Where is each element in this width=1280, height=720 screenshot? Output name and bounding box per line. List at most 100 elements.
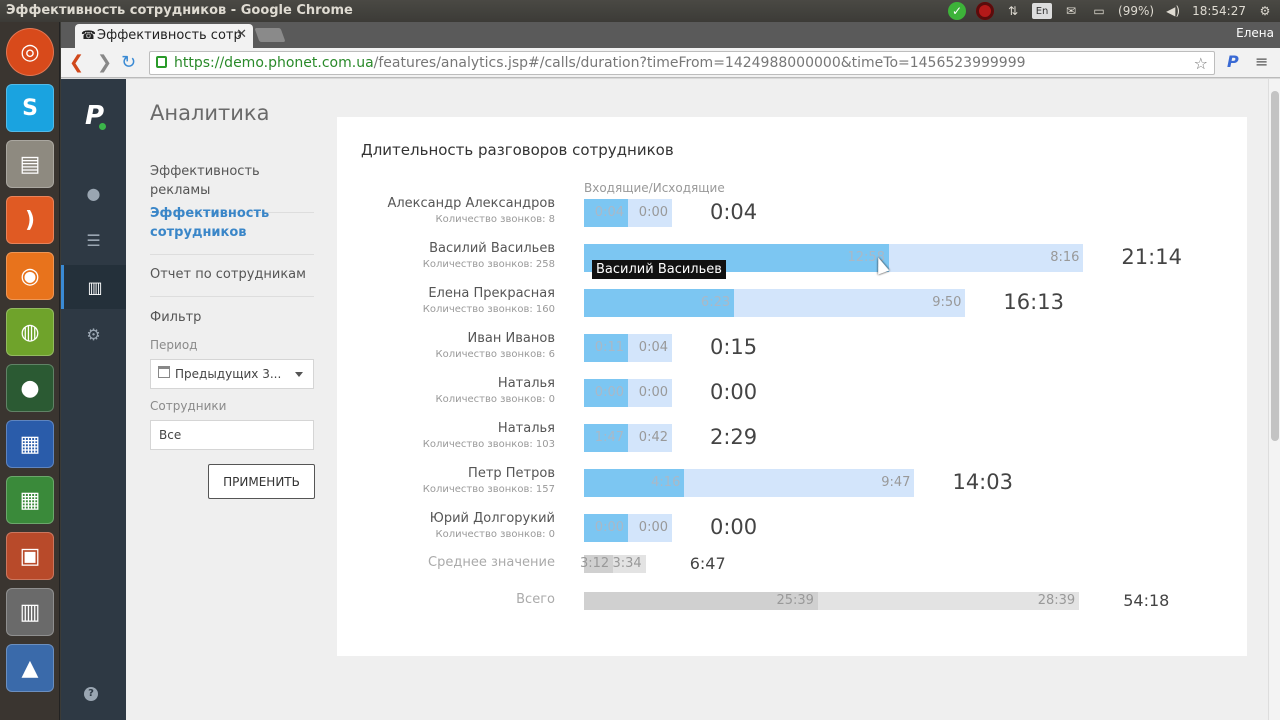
analytics-icon[interactable]: ▥ xyxy=(61,265,126,309)
employee-name: Юрий Долгорукий xyxy=(429,511,555,526)
summary-total: 54:18 xyxy=(1123,591,1170,610)
clock[interactable]: 18:54:27 xyxy=(1192,4,1246,18)
incoming-bar[interactable]: 4:16 xyxy=(584,469,685,497)
back-icon[interactable]: ❮ xyxy=(69,52,84,73)
browser-tab[interactable]: ☎ Эффективность сотр ✕ xyxy=(75,24,253,48)
outgoing-bar[interactable]: 0:00 xyxy=(628,514,672,542)
outgoing-bar[interactable]: 0:00 xyxy=(628,199,672,227)
period-select[interactable]: Предыдущих 3... xyxy=(150,359,314,389)
summary-label: Среднее значение xyxy=(428,555,555,570)
mail-icon[interactable]: ✉ xyxy=(1062,2,1080,20)
employee-name: Петр Петров xyxy=(468,466,555,481)
nav-employee-report[interactable]: Отчет по сотрудникам xyxy=(150,265,314,297)
system-tray: ✓ ⇅ En ✉ ▭ (99%) ◀) 18:54:27 ⚙ xyxy=(948,2,1274,20)
summary-total: 6:47 xyxy=(689,554,726,573)
battery-icon[interactable]: ▭ xyxy=(1090,2,1108,20)
outgoing-bar[interactable]: 0:00 xyxy=(628,379,672,407)
skype-icon[interactable]: S xyxy=(6,84,54,132)
earth-icon[interactable]: ● xyxy=(6,364,54,412)
apply-button[interactable]: ПРИМЕНИТЬ xyxy=(208,464,315,499)
browser-window: ☎ Эффективность сотр ✕ Елена ❮ ❯ ↻ https… xyxy=(61,22,1280,720)
call-count: Количество звонков: 160 xyxy=(422,304,555,315)
network-icon[interactable]: ⇅ xyxy=(1004,2,1022,20)
ubuntu-dash-icon[interactable]: ◎ xyxy=(6,28,54,76)
summary-incoming-bar: 3:12 xyxy=(580,555,614,573)
incoming-bar[interactable]: 6:23 xyxy=(584,289,735,317)
chrome-icon[interactable]: ◍ xyxy=(6,308,54,356)
outgoing-label: 9:50 xyxy=(932,295,962,310)
battery-level: (99%) xyxy=(1118,4,1155,18)
app-launcher: ◎ S ▤ ) ◉ ◍ ● ▦ ▦ ▣ ▥ ▲ xyxy=(0,22,60,720)
user-icon[interactable]: ● xyxy=(61,171,126,215)
call-count: Количество звонков: 6 xyxy=(435,349,555,360)
phone-icon: ☎ xyxy=(81,28,96,42)
outgoing-bar[interactable]: 0:04 xyxy=(628,334,672,362)
list-icon[interactable]: ☰ xyxy=(61,218,126,262)
employees-field[interactable]: Все xyxy=(150,420,314,450)
incoming-bar[interactable]: 0:11 xyxy=(584,334,628,362)
employee-name: Иван Иванов xyxy=(467,331,555,346)
outgoing-label: 0:04 xyxy=(638,340,668,355)
url-path: /features/analytics.jsp#/calls/duration?… xyxy=(373,55,1026,71)
calculator-icon[interactable]: ▥ xyxy=(6,588,54,636)
address-bar[interactable]: https://demo.phonet.com.ua/features/anal… xyxy=(149,51,1215,75)
sync-ok-icon[interactable]: ✓ xyxy=(948,2,967,20)
total-duration: 16:13 xyxy=(1003,290,1064,314)
menu-icon[interactable]: ≡ xyxy=(1255,52,1268,71)
new-tab-button[interactable] xyxy=(254,28,286,42)
volume-icon[interactable]: ◀) xyxy=(1164,2,1182,20)
employee-name: Александр Александров xyxy=(387,196,555,211)
incoming-bar[interactable]: 0:00 xyxy=(584,379,628,407)
settings-icon[interactable]: ⚙ xyxy=(61,312,126,356)
app-logo[interactable]: P xyxy=(85,101,106,131)
total-duration: 2:29 xyxy=(710,425,758,449)
keyboard-layout[interactable]: En xyxy=(1032,3,1053,19)
call-count: Количество звонков: 103 xyxy=(422,439,555,450)
extension-icon[interactable]: P xyxy=(1227,52,1239,71)
firefox-icon[interactable]: ◉ xyxy=(6,252,54,300)
scrollbar[interactable] xyxy=(1268,79,1280,720)
files-icon[interactable]: ▤ xyxy=(6,140,54,188)
gear-icon[interactable]: ⚙ xyxy=(1256,2,1274,20)
writer-icon[interactable]: ▦ xyxy=(6,420,54,468)
forward-icon[interactable]: ❯ xyxy=(97,52,112,73)
filter-title: Фильтр xyxy=(150,310,202,325)
outgoing-bar[interactable]: 9:47 xyxy=(684,469,915,497)
total-duration: 0:00 xyxy=(710,515,758,539)
incoming-bar[interactable]: 1:47 xyxy=(584,424,628,452)
record-icon[interactable] xyxy=(976,2,995,20)
updates-icon[interactable]: ▲ xyxy=(6,644,54,692)
profile-name[interactable]: Елена xyxy=(1236,26,1274,40)
incoming-label: 1:47 xyxy=(594,430,624,445)
outgoing-bar[interactable]: 0:42 xyxy=(628,424,672,452)
close-tab-icon[interactable]: ✕ xyxy=(236,27,247,42)
chevron-down-icon xyxy=(295,372,303,377)
summary-incoming-label: 3:12 xyxy=(579,556,610,571)
outgoing-bar[interactable]: 8:16 xyxy=(888,244,1084,272)
outgoing-label: 0:00 xyxy=(638,520,668,535)
total-duration: 0:15 xyxy=(710,335,758,359)
lock-icon xyxy=(156,56,167,68)
total-duration: 0:04 xyxy=(710,200,758,224)
summary-outgoing-label: 28:39 xyxy=(1037,593,1076,608)
call-count: Количество звонков: 258 xyxy=(422,259,555,270)
bookmark-star-icon[interactable]: ☆ xyxy=(1194,54,1208,73)
help-icon[interactable]: ? xyxy=(84,687,98,701)
incoming-bar[interactable]: 0:00 xyxy=(584,514,628,542)
total-duration: 0:00 xyxy=(710,380,758,404)
outgoing-label: 9:47 xyxy=(881,475,911,490)
incoming-bar[interactable]: 0:04 xyxy=(584,199,628,227)
analytics-menu: Аналитика Эффективность рекламы Эффектив… xyxy=(150,79,315,720)
app-sidebar: P ● ☰ ▥ ⚙ ? xyxy=(61,79,126,720)
nav-employee-efficiency[interactable]: Эффективность сотрудников xyxy=(150,204,314,255)
outgoing-bar[interactable]: 9:50 xyxy=(734,289,966,317)
summary-outgoing-bar: 28:39 xyxy=(817,592,1080,610)
browser-toolbar: ❮ ❯ ↻ https://demo.phonet.com.ua/feature… xyxy=(61,48,1280,78)
scrollbar-thumb[interactable] xyxy=(1271,91,1279,441)
outgoing-label: 0:00 xyxy=(638,385,668,400)
impress-icon[interactable]: ▣ xyxy=(6,532,54,580)
outgoing-label: 8:16 xyxy=(1050,250,1080,265)
calc-icon[interactable]: ▦ xyxy=(6,476,54,524)
reload-icon[interactable]: ↻ xyxy=(121,52,136,73)
rss-icon[interactable]: ) xyxy=(6,196,54,244)
